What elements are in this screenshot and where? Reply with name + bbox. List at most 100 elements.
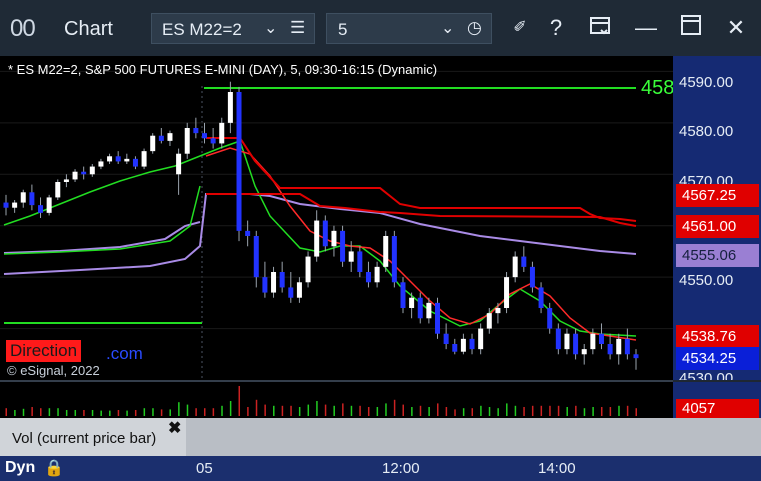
- candle-body: [296, 282, 302, 298]
- candle-body: [141, 151, 147, 167]
- volume-bar: [531, 405, 534, 416]
- volume-badge: 4057: [676, 399, 759, 419]
- volume-bar: [393, 399, 396, 416]
- volume-bar: [247, 407, 249, 416]
- volume-bar: [203, 408, 206, 416]
- candle-body: [227, 92, 233, 123]
- chevron-down-icon[interactable]: ⌄: [264, 18, 277, 38]
- volume-bar: [178, 402, 180, 416]
- volume-bar: [109, 410, 111, 416]
- price-tick: 4550.00: [679, 272, 734, 289]
- symbol-value[interactable]: ES M22=2: [162, 20, 242, 40]
- list-icon[interactable]: ☰: [290, 18, 305, 38]
- close-icon[interactable]: ✖: [168, 418, 181, 438]
- candle-body: [555, 328, 561, 350]
- candle-body: [616, 338, 622, 355]
- volume-study-label[interactable]: Vol (current price bar): [0, 418, 186, 456]
- volume-bar: [134, 410, 137, 416]
- menu-icon[interactable]: [586, 14, 614, 42]
- candle-body: [374, 266, 380, 283]
- candle-body: [495, 308, 501, 314]
- volume-bar: [376, 407, 379, 416]
- candle-body: [253, 236, 259, 278]
- close-icon[interactable]: ✕: [722, 14, 750, 42]
- volume-bar: [411, 407, 413, 416]
- volume-bar: [445, 407, 448, 416]
- price-tick: 4580.00: [679, 123, 734, 140]
- volume-bar: [592, 407, 594, 416]
- candle-body: [150, 135, 156, 152]
- minimize-icon[interactable]: —: [632, 14, 660, 42]
- volume-bar: [316, 401, 318, 416]
- candle-body: [3, 202, 9, 208]
- candle-body: [469, 338, 475, 350]
- volume-bar: [31, 407, 33, 416]
- volume-bar: [471, 408, 474, 416]
- chart-window-titlebar: 00 Chart ES M22=2 ⌄ ☰ 5 ⌄ ◷ ✐ ? — ✕: [0, 0, 761, 56]
- dynamic-mode-label[interactable]: Dyn: [5, 459, 35, 477]
- candle-body: [633, 354, 639, 359]
- candle-body: [512, 256, 518, 278]
- volume-label-strip: [186, 418, 761, 456]
- volume-bar: [609, 407, 612, 416]
- candle-body: [132, 158, 138, 167]
- volume-bar: [186, 404, 189, 416]
- green-level-label: 4588: [641, 77, 673, 99]
- price-tick: 4530.00: [679, 370, 734, 380]
- candle-body: [63, 179, 69, 182]
- candle-body: [573, 333, 579, 355]
- candle-body: [288, 287, 294, 298]
- price-chart[interactable]: [0, 56, 673, 456]
- direction-badge[interactable]: Direction: [6, 340, 82, 362]
- volume-bar: [454, 409, 456, 416]
- price-badge-last: 4534.25: [676, 347, 759, 370]
- interval-selector[interactable]: 5 ⌄ ◷: [326, 13, 492, 44]
- volume-bar: [575, 405, 577, 416]
- volume-bar: [600, 407, 603, 416]
- candle-body: [236, 92, 242, 231]
- candle-body: [529, 266, 535, 288]
- candle-body: [210, 138, 216, 144]
- maximize-icon[interactable]: [677, 14, 705, 42]
- candle-body: [55, 182, 61, 198]
- symbol-selector[interactable]: ES M22=2 ⌄ ☰: [151, 13, 315, 44]
- time-tick: 14:00: [538, 460, 576, 477]
- volume-bar: [74, 410, 77, 416]
- help-icon[interactable]: ?: [542, 14, 570, 42]
- volume-bar: [281, 405, 284, 416]
- candle-body: [81, 171, 87, 175]
- candle-body: [279, 272, 285, 288]
- candle-body: [158, 135, 164, 141]
- candle-body: [72, 171, 78, 180]
- volume-bar: [290, 405, 292, 416]
- volume-bar: [152, 408, 154, 416]
- candle-body: [176, 153, 182, 175]
- candle-body: [598, 333, 604, 344]
- pen-icon[interactable]: ✐: [506, 14, 534, 42]
- candle-body: [89, 166, 95, 175]
- lock-icon[interactable]: 🔒: [44, 458, 64, 478]
- chart-app-icon[interactable]: 00: [10, 15, 50, 42]
- candle-body: [305, 256, 311, 283]
- volume-bar: [264, 404, 266, 416]
- time-axis[interactable]: Dyn 🔒 05 12:00 14:00: [0, 456, 761, 481]
- candle-body: [357, 251, 363, 272]
- candle-body: [167, 133, 173, 141]
- clock-icon[interactable]: ◷: [467, 18, 482, 38]
- price-badge-lower: 4538.76: [676, 325, 759, 348]
- candle-body: [314, 220, 320, 257]
- volume-bar: [514, 405, 517, 416]
- candle-body: [107, 156, 113, 162]
- price-badge-mid: 4561.00: [676, 215, 759, 238]
- volume-bar: [212, 408, 215, 416]
- interval-value[interactable]: 5: [338, 20, 347, 40]
- volume-bar: [5, 408, 7, 416]
- volume-bar: [618, 405, 620, 416]
- candle-body: [184, 128, 190, 154]
- volume-bar: [350, 405, 353, 416]
- volume-bar: [83, 410, 85, 416]
- direction-link-tail[interactable]: .com: [106, 344, 143, 364]
- window-title: Chart: [64, 18, 113, 40]
- volume-bar: [117, 410, 120, 416]
- chevron-down-icon[interactable]: ⌄: [441, 18, 454, 38]
